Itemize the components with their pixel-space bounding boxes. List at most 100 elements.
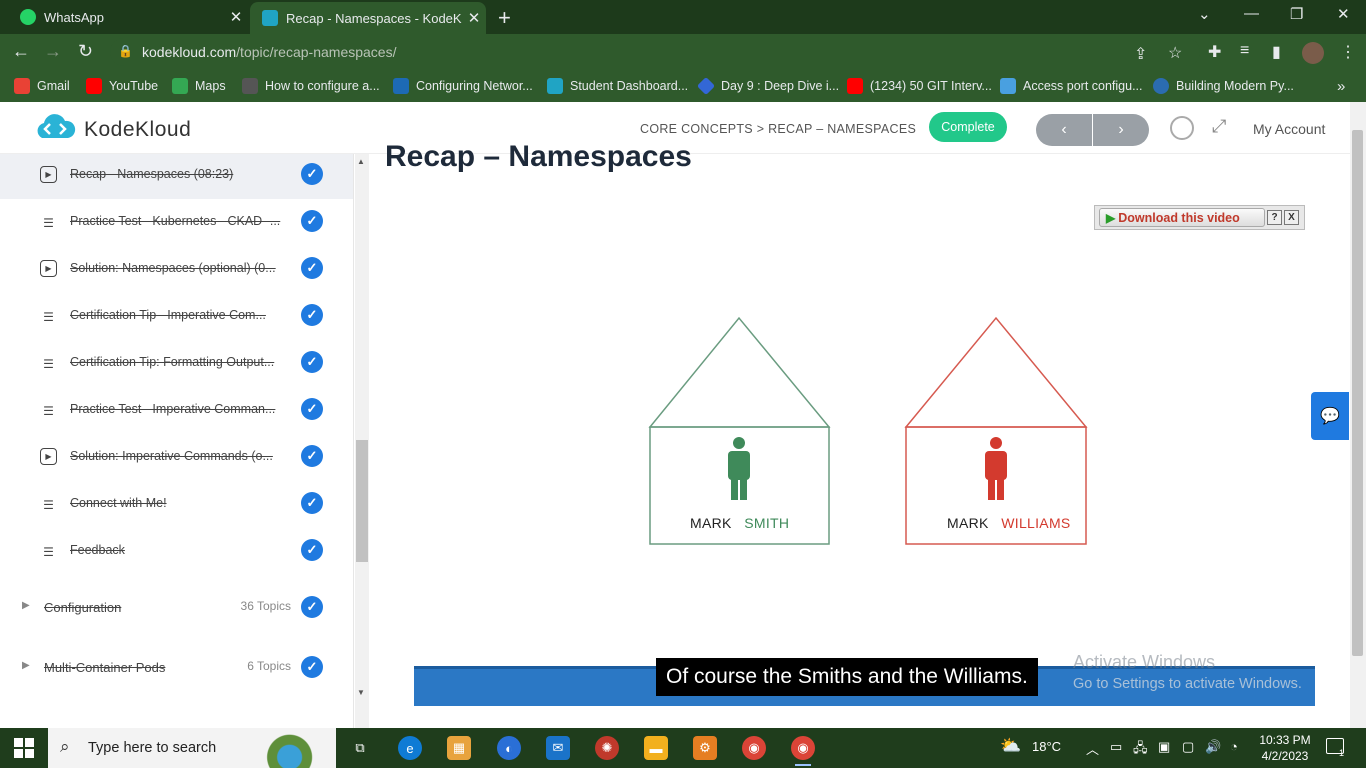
c-icon xyxy=(1153,78,1169,94)
bookmark-youtube[interactable]: YouTube xyxy=(86,76,158,96)
bookmark-building-modern-py[interactable]: Building Modern Py... xyxy=(1153,76,1294,96)
bookmark-star-icon[interactable]: ☆ xyxy=(1168,43,1182,63)
chrome-icon[interactable]: ◉ xyxy=(742,736,766,760)
display-icon[interactable]: ▢ xyxy=(1182,739,1194,755)
task-view-icon[interactable]: ⧉ xyxy=(348,736,372,760)
meet-now-icon[interactable]: ▣ xyxy=(1158,739,1170,755)
bookmark-git-interview[interactable]: (1234) 50 GIT Interv... xyxy=(847,76,992,96)
play-arrow-icon: ▶ xyxy=(1106,210,1116,225)
weather-temp[interactable]: 18°C xyxy=(1032,739,1061,754)
lesson-item[interactable]: ☰ Connect with Me! ✓ xyxy=(0,481,353,528)
lesson-item[interactable]: ☰ Practice Test - Kubernetes - CKAD -...… xyxy=(0,199,353,246)
close-window-icon[interactable]: ✕ xyxy=(1337,5,1350,23)
topic-multi-container-pods[interactable]: ▶ Multi-Container Pods 6 Topics ✓ xyxy=(0,648,353,688)
expand-triangle-icon[interactable]: ▶ xyxy=(22,660,30,671)
lesson-item[interactable]: ☰ Certification Tip - Imperative Com... … xyxy=(0,293,353,340)
lesson-title: Certification Tip: Formatting Output... xyxy=(70,355,275,369)
check-icon: ✓ xyxy=(301,492,323,514)
chrome-profile-icon[interactable]: ◉ xyxy=(791,736,815,766)
bookmark-access-port[interactable]: Access port configu... xyxy=(1000,76,1143,96)
app-orange-icon[interactable]: ⚙ xyxy=(693,736,717,760)
battery-icon[interactable]: ▭ xyxy=(1110,739,1122,755)
tab-whatsapp[interactable]: WhatsApp ✕ xyxy=(8,0,248,34)
show-hidden-icons-icon[interactable]: ︿ xyxy=(1086,739,1099,758)
tab-search-icon[interactable]: ⌄ xyxy=(1198,5,1211,23)
windows-start-icon[interactable] xyxy=(14,738,34,758)
lesson-item[interactable]: ▶ Solution: Namespaces (optional) (0... … xyxy=(0,246,353,293)
topic-name: Configuration xyxy=(44,600,122,615)
last-name: WILLIAMS xyxy=(1001,515,1071,531)
diamond-icon xyxy=(696,76,716,96)
page-scrollbar-thumb[interactable] xyxy=(1352,130,1363,656)
previous-lesson-button[interactable]: ‹ xyxy=(1036,114,1092,146)
bookmark-label: How to configure a... xyxy=(265,79,380,93)
complete-button[interactable]: Complete xyxy=(929,112,1007,142)
store-icon[interactable]: ▦ xyxy=(447,736,471,760)
edge-icon[interactable]: e xyxy=(398,736,422,760)
network-device-icon[interactable]: 🖧 xyxy=(1133,739,1148,761)
minimize-icon[interactable]: — xyxy=(1244,5,1259,22)
system-clock[interactable]: 10:33 PM 4/2/2023 xyxy=(1256,732,1314,764)
next-lesson-button[interactable]: › xyxy=(1093,114,1149,146)
scroll-down-icon[interactable]: ▼ xyxy=(357,688,365,697)
new-tab-icon[interactable]: + xyxy=(498,5,511,31)
lesson-item[interactable]: ▶ Recap - Namespaces (08:23) ✓ xyxy=(0,154,353,199)
clock-date: 4/2/2023 xyxy=(1261,749,1309,763)
bookmark-gmail[interactable]: Gmail xyxy=(14,76,70,96)
app-blue-icon[interactable]: ◐ xyxy=(497,736,521,760)
browser-toolbar: ← → ↻ 🔒 kodekloud.com/topic/recap-namesp… xyxy=(0,34,1366,70)
bookmark-maps[interactable]: Maps xyxy=(172,76,226,96)
extensions-icon[interactable]: ✚ xyxy=(1208,42,1221,62)
reload-icon[interactable]: ↻ xyxy=(78,41,93,62)
forward-icon[interactable]: → xyxy=(44,41,62,62)
bookmark-day9[interactable]: Day 9 : Deep Dive i... xyxy=(696,76,839,96)
video-icon: ▶ xyxy=(40,166,57,183)
chat-bubble-icon[interactable]: 💬 xyxy=(1311,392,1349,440)
youtube-icon xyxy=(86,78,102,94)
file-explorer-icon[interactable]: ▬ xyxy=(644,736,668,760)
bookmark-how-to-configure[interactable]: How to configure a... xyxy=(242,76,380,96)
download-video-button[interactable]: ▶ Download this video xyxy=(1099,208,1265,227)
weather-icon[interactable]: ⛅ xyxy=(1000,736,1021,756)
back-icon[interactable]: ← xyxy=(12,41,30,62)
fullscreen-icon[interactable]: ⤢ xyxy=(1212,116,1226,137)
close-tab-icon[interactable]: ✕ xyxy=(224,8,248,26)
lesson-item[interactable]: ☰ Certification Tip: Formatting Output..… xyxy=(0,340,353,387)
tab-kodekloud[interactable]: Recap - Namespaces - KodeKlou ✕ xyxy=(250,2,486,34)
bookmark-student-dashboard[interactable]: Student Dashboard... xyxy=(547,76,688,96)
lesson-item[interactable]: ☰ Feedback ✓ xyxy=(0,528,353,575)
text-lesson-icon: ☰ xyxy=(43,215,54,230)
my-account-link[interactable]: My Account xyxy=(1253,121,1325,137)
help-icon[interactable]: ? xyxy=(1267,210,1282,225)
bookmark-configuring-network[interactable]: Configuring Networ... xyxy=(393,76,533,96)
windows-activation-title: Activate Windows xyxy=(1073,652,1216,672)
browser-tab-strip: WhatsApp ✕ Recap - Namespaces - KodeKlou… xyxy=(0,0,1366,34)
reading-list-icon[interactable]: ≡ xyxy=(1240,42,1249,60)
brand-name[interactable]: KodeKloud xyxy=(84,118,191,142)
app-red-icon[interactable]: ✺ xyxy=(595,736,619,760)
menu-kebab-icon[interactable]: ⋮ xyxy=(1340,42,1356,62)
close-tab-icon[interactable]: ✕ xyxy=(462,9,486,27)
wifi-icon[interactable]: ◔ xyxy=(1230,739,1238,754)
close-icon[interactable]: X xyxy=(1284,210,1299,225)
restore-icon[interactable]: ❐ xyxy=(1290,5,1303,23)
side-panel-icon[interactable]: ▮ xyxy=(1272,42,1281,62)
expand-triangle-icon[interactable]: ▶ xyxy=(22,600,30,611)
volume-icon[interactable]: 🔊 xyxy=(1205,739,1221,755)
topic-configuration[interactable]: ▶ Configuration 36 Topics ✓ xyxy=(0,588,353,628)
text-lesson-icon: ☰ xyxy=(43,403,54,418)
check-icon: ✓ xyxy=(301,445,323,467)
bookmarks-overflow-icon[interactable]: » xyxy=(1337,76,1345,96)
lesson-item[interactable]: ▶ Solution: Imperative Commands (o... ✓ xyxy=(0,434,353,481)
dark-mode-icon[interactable] xyxy=(1170,116,1194,140)
lesson-item[interactable]: ☰ Practice Test - Imperative Comman... ✓ xyxy=(0,387,353,434)
scroll-up-icon[interactable]: ▲ xyxy=(357,157,365,166)
taskbar-search[interactable]: ⌕ Type here to search xyxy=(48,728,336,768)
tab-title: WhatsApp xyxy=(44,9,104,25)
share-icon[interactable]: ⇪ xyxy=(1134,44,1147,64)
sidebar-scrollbar-thumb[interactable] xyxy=(356,440,368,562)
address-bar[interactable]: 🔒 kodekloud.com/topic/recap-namespaces/ … xyxy=(110,38,1200,66)
profile-avatar[interactable] xyxy=(1302,42,1324,64)
mail-icon[interactable]: ✉ xyxy=(546,736,570,760)
kodekloud-logo-icon[interactable] xyxy=(34,114,76,142)
